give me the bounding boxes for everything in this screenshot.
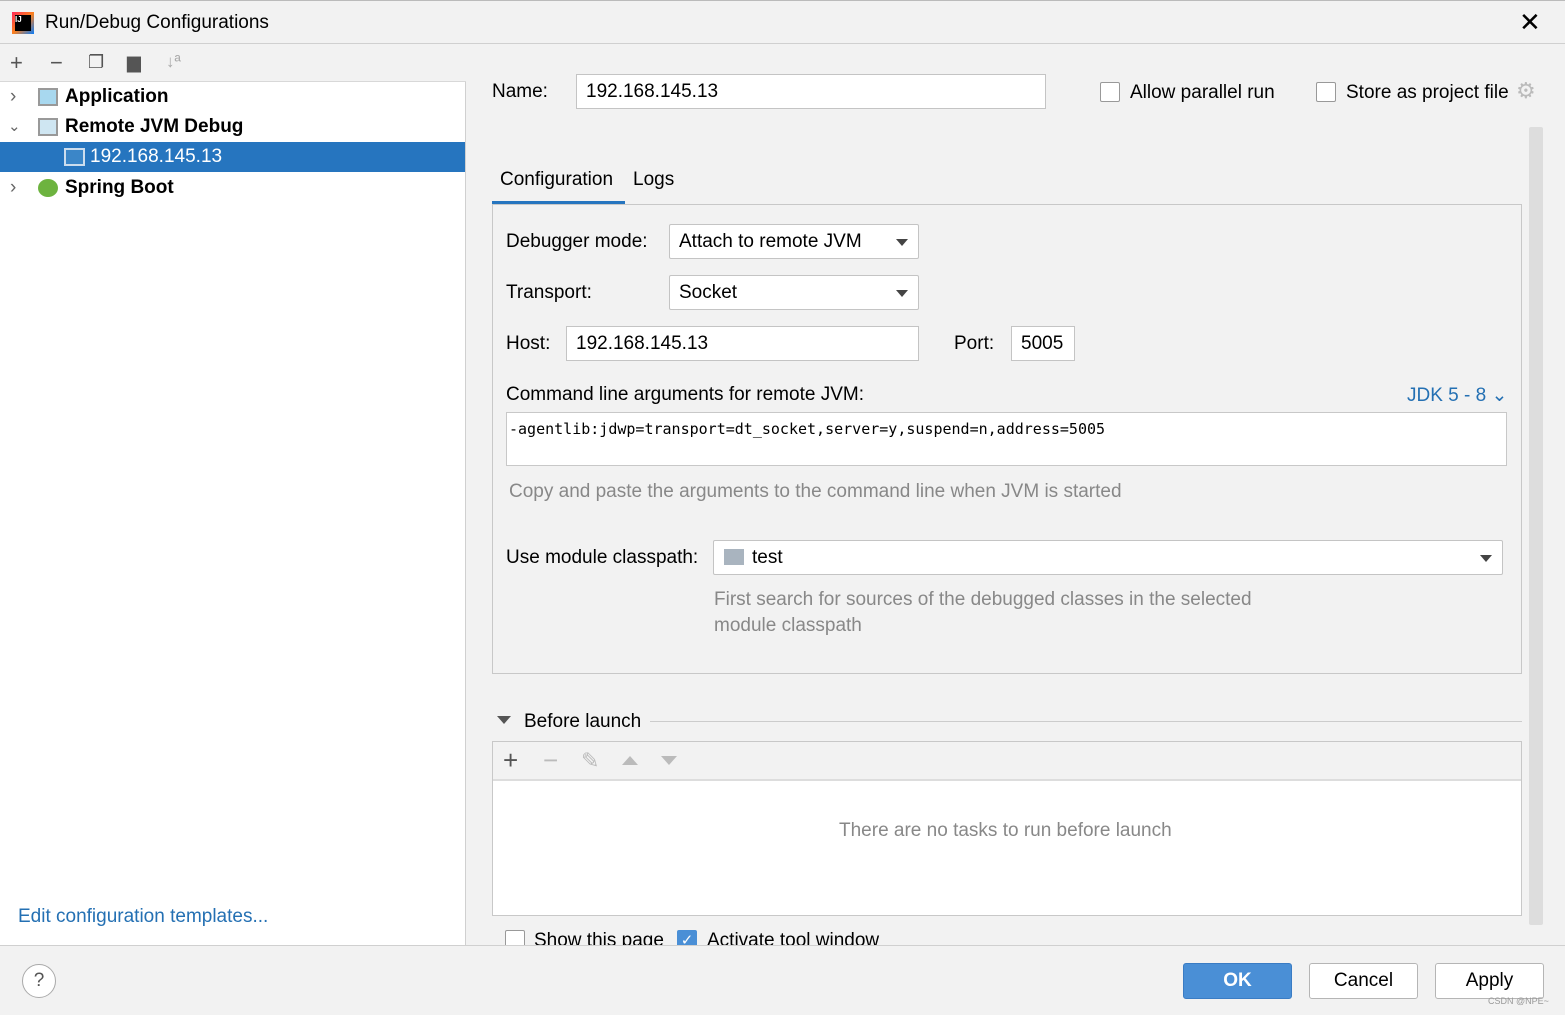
chevron-right-icon[interactable]: ›	[10, 82, 16, 112]
cmd-args-textarea[interactable]: -agentlib:jdwp=transport=dt_socket,serve…	[506, 412, 1507, 466]
tree-item-application[interactable]: › Application	[0, 82, 465, 112]
debugger-mode-label: Debugger mode:	[506, 231, 648, 252]
collapse-icon[interactable]	[497, 716, 511, 724]
tree-item-label: Remote JVM Debug	[65, 116, 244, 137]
dropdown-arrow-icon	[896, 239, 908, 246]
tab-configuration[interactable]: Configuration	[500, 169, 613, 191]
edit-templates-link[interactable]: Edit configuration templates...	[18, 906, 268, 928]
name-input[interactable]: 192.168.145.13	[576, 74, 1046, 109]
remove-task-icon[interactable]: −	[543, 745, 558, 776]
tree-item-spring-boot[interactable]: › Spring Boot	[0, 173, 465, 203]
scrollbar[interactable]	[1529, 127, 1543, 925]
application-icon	[38, 88, 58, 106]
tree-item-selected-config[interactable]: 192.168.145.13	[0, 142, 465, 172]
watermark: CSDN @NPE~	[1488, 996, 1549, 1006]
tree-item-label: Application	[65, 86, 169, 107]
title-bar: IJ Run/Debug Configurations ✕	[0, 0, 1565, 44]
debugger-mode-value: Attach to remote JVM	[679, 231, 862, 252]
copy-icon[interactable]: ❐	[88, 52, 104, 73]
transport-value: Socket	[679, 282, 738, 303]
module-select[interactable]: test	[713, 540, 1503, 575]
tree-item-remote-jvm-debug[interactable]: ⌄ Remote JVM Debug	[0, 112, 465, 142]
host-input[interactable]: 192.168.145.13	[566, 326, 919, 361]
close-icon[interactable]: ✕	[1519, 7, 1541, 38]
module-value: test	[752, 547, 783, 568]
module-hint-line1: First search for sources of the debugged…	[714, 589, 1252, 610]
cmd-label: Command line arguments for remote JVM:	[506, 384, 864, 405]
port-label: Port:	[954, 333, 995, 354]
store-project-label: Store as project file	[1346, 82, 1509, 103]
jdk-version-value: JDK 5 - 8	[1407, 385, 1487, 406]
before-launch-header[interactable]: Before launch	[524, 711, 641, 733]
remote-debug-icon	[64, 148, 85, 166]
transport-label: Transport:	[506, 282, 592, 303]
ok-button[interactable]: OK	[1183, 963, 1292, 999]
cmd-hint: Copy and paste the arguments to the comm…	[509, 481, 1122, 502]
store-project-checkbox[interactable]	[1316, 82, 1336, 102]
divider	[650, 721, 1522, 722]
module-folder-icon	[724, 549, 744, 565]
tree-item-label: 192.168.145.13	[90, 146, 223, 167]
cancel-button[interactable]: Cancel	[1309, 963, 1418, 999]
chevron-right-icon[interactable]: ›	[10, 173, 16, 203]
chevron-down-icon[interactable]: ⌄	[8, 112, 21, 142]
tree-item-label: Spring Boot	[65, 177, 174, 198]
module-label: Use module classpath:	[506, 547, 699, 568]
debugger-mode-select[interactable]: Attach to remote JVM	[669, 224, 919, 259]
intellij-logo-icon: IJ	[12, 12, 34, 34]
remove-icon[interactable]: −	[50, 50, 63, 76]
apply-button[interactable]: Apply	[1435, 963, 1544, 999]
tasks-list	[493, 779, 1521, 915]
tab-logs[interactable]: Logs	[633, 169, 674, 191]
remote-debug-icon	[38, 118, 58, 136]
name-label: Name:	[492, 81, 548, 102]
move-up-icon[interactable]	[622, 756, 638, 765]
transport-select[interactable]: Socket	[669, 275, 919, 310]
dropdown-arrow-icon	[1480, 555, 1492, 562]
help-button[interactable]: ?	[22, 964, 56, 998]
jdk-version-select[interactable]: JDK 5 - 8 ⌄	[1407, 384, 1507, 407]
spring-boot-icon	[38, 179, 58, 197]
sort-icon[interactable]: ↓ª	[166, 52, 181, 72]
allow-parallel-checkbox[interactable]	[1100, 82, 1120, 102]
dropdown-arrow-icon	[896, 290, 908, 297]
host-label: Host:	[506, 333, 551, 354]
no-tasks-message: There are no tasks to run before launch	[839, 820, 1172, 841]
edit-task-icon[interactable]: ✎	[581, 748, 599, 774]
tree-toolbar	[0, 45, 466, 82]
port-input[interactable]: 5005	[1011, 326, 1075, 361]
move-down-icon[interactable]	[661, 756, 677, 765]
window-title: Run/Debug Configurations	[45, 12, 269, 33]
gear-icon[interactable]: ⚙	[1516, 78, 1536, 104]
add-task-icon[interactable]: +	[503, 745, 518, 776]
add-icon[interactable]: +	[10, 50, 23, 76]
allow-parallel-label: Allow parallel run	[1130, 82, 1275, 103]
module-hint-line2: module classpath	[714, 615, 862, 636]
folder-add-icon[interactable]: ▆	[127, 52, 141, 73]
